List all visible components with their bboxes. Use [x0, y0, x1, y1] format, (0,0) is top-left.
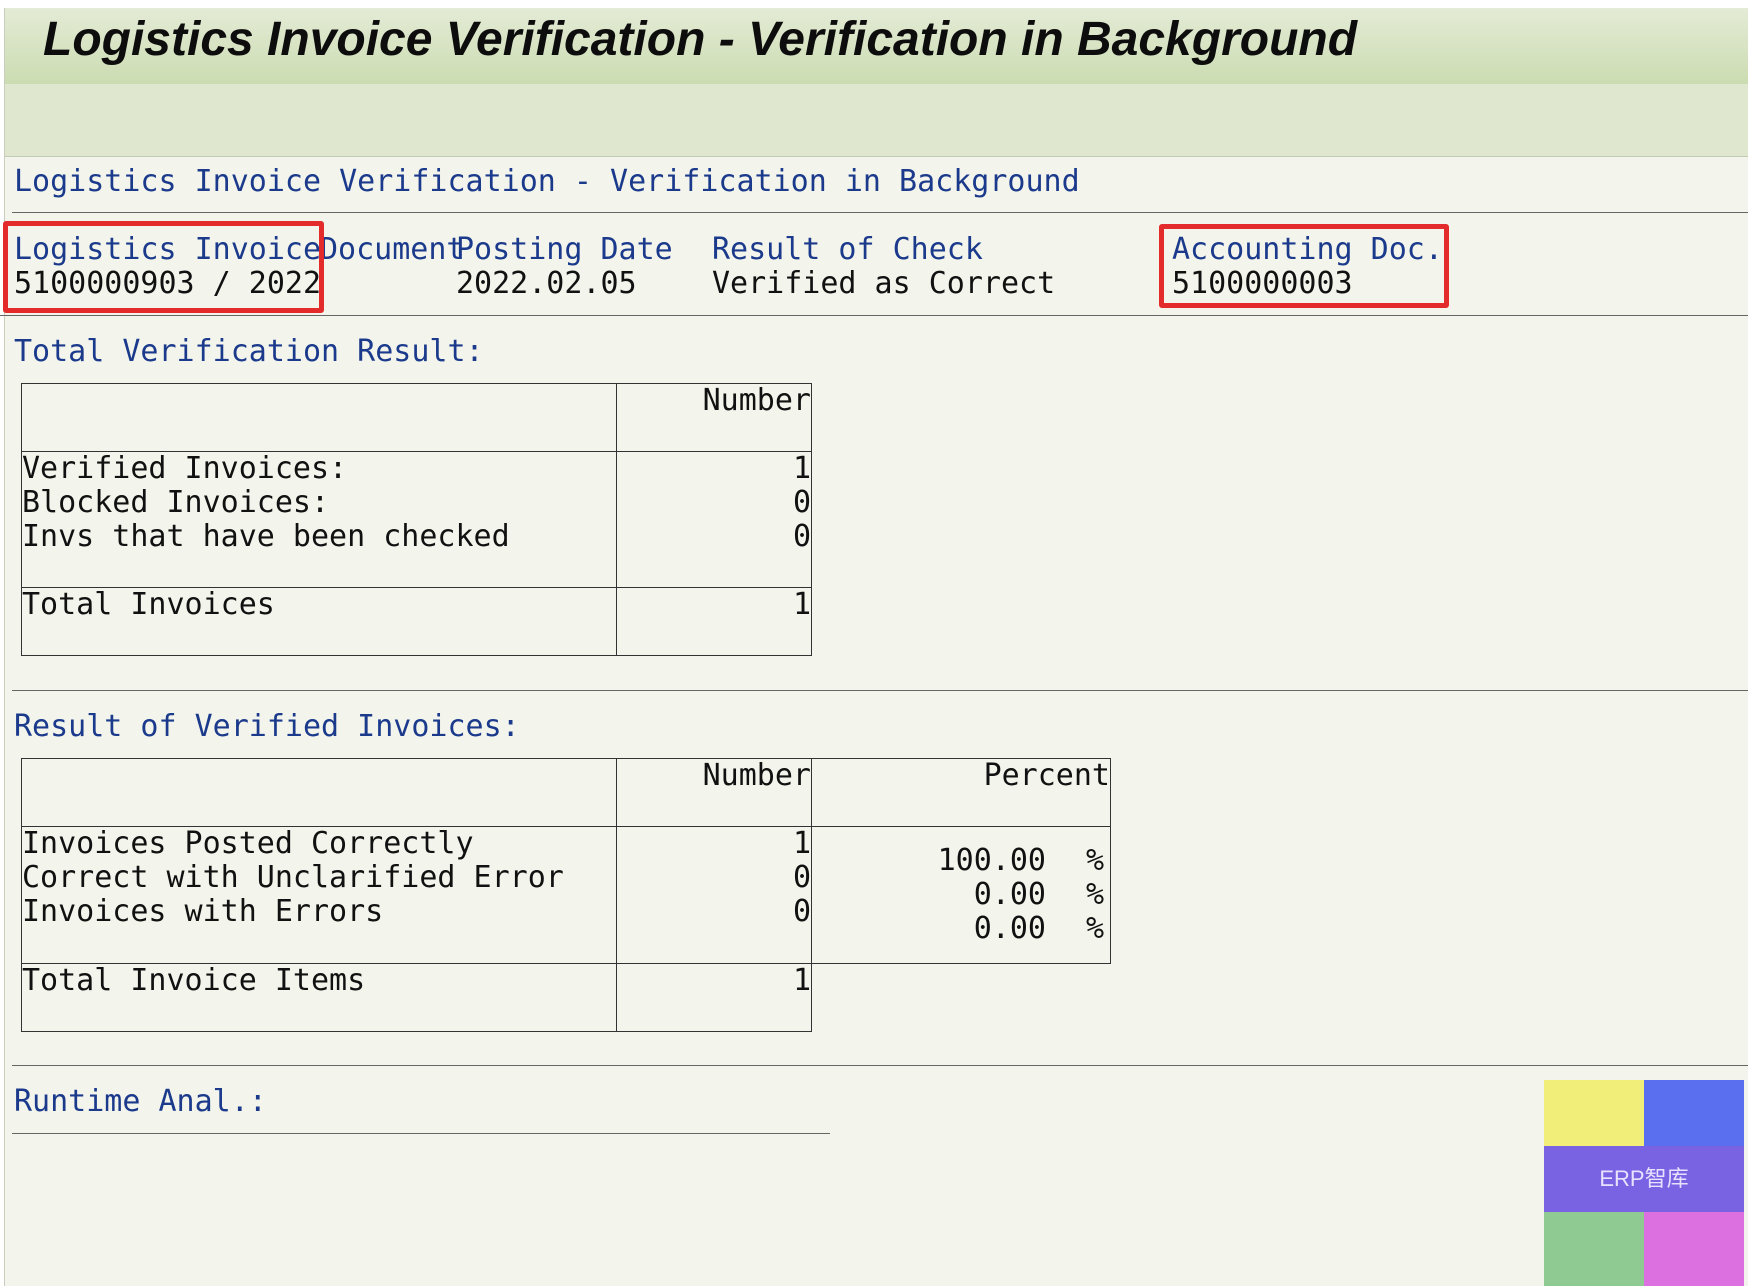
number-column-header: Number	[616, 383, 812, 452]
row-number: 0	[792, 894, 811, 929]
percent-column-header: Percent	[811, 758, 1111, 827]
row-label: Correct with Unclarified Error	[22, 860, 564, 895]
divider	[12, 1133, 830, 1134]
total-number: 1	[792, 963, 811, 998]
row-number: 1	[792, 826, 811, 861]
watermark-text: ERP智库	[1544, 1146, 1744, 1212]
row-percent: 100.00	[937, 843, 1046, 878]
title-bar: Logistics Invoice Verification - Verific…	[5, 8, 1748, 84]
result-labels-cell: Invoices Posted Correctly Correct with Un…	[21, 826, 617, 964]
report-heading: Logistics Invoice Verification - Verific…	[14, 164, 1080, 199]
window-title: Logistics Invoice Verification - Verific…	[43, 13, 1358, 66]
divider	[12, 212, 1748, 213]
application-toolbar	[5, 84, 1748, 157]
posting-date-value: 2022.02.05	[456, 266, 637, 301]
highlight-box-logistics-invoice	[3, 221, 324, 313]
row-number: 1	[792, 451, 811, 486]
row-label: Invs that have been checked	[22, 519, 510, 554]
table-header-blank	[21, 758, 617, 827]
percent-sign: %	[1085, 877, 1104, 912]
highlight-box-accounting-doc	[1159, 224, 1449, 308]
verified-results-table: Number Percent Invoices Posted Correctly…	[21, 758, 1111, 1032]
logo-tile-pink	[1644, 1212, 1744, 1286]
result-percent-cell: 100.00% 0.00% 0.00%	[811, 826, 1111, 964]
table-header-blank	[21, 383, 617, 452]
result-of-check-value: Verified as Correct	[712, 266, 1056, 301]
result-of-check-label: Result of Check	[712, 232, 983, 267]
logo-tile-blue	[1644, 1080, 1744, 1146]
total-verification-title: Total Verification Result:	[14, 334, 484, 369]
row-number: 0	[792, 519, 811, 554]
row-label: Blocked Invoices:	[22, 485, 330, 520]
row-number: 0	[792, 485, 811, 520]
posting-date-label: Posting Date	[456, 232, 673, 267]
row-label: Invoices with Errors	[22, 894, 384, 929]
logo-tile-green	[1544, 1212, 1644, 1286]
total-label-cell: Total Invoice Items	[21, 963, 617, 1032]
row-percent: 0.00	[973, 911, 1046, 946]
divider	[0, 315, 1748, 316]
percent-sign: %	[1085, 843, 1104, 878]
row-label: Invoices Posted Correctly	[22, 826, 474, 861]
watermark-logo: ERP智库	[1544, 1080, 1744, 1286]
row-number: 0	[792, 860, 811, 895]
percent-sign: %	[1085, 911, 1104, 946]
total-label: Total Invoices	[22, 587, 275, 622]
row-label: Verified Invoices:	[22, 451, 348, 486]
number-column-header: Number	[616, 758, 812, 827]
total-value-cell: 1	[616, 587, 812, 656]
divider	[12, 1065, 1748, 1066]
total-number: 1	[792, 587, 811, 622]
empty-cell	[811, 963, 1111, 1032]
row-percent: 0.00	[973, 877, 1046, 912]
total-verification-table: Number Verified Invoices: Blocked Invoice…	[21, 383, 812, 656]
verified-results-title: Result of Verified Invoices:	[14, 709, 520, 744]
total-label-cell: Total Invoices	[21, 587, 617, 656]
total-label: Total Invoice Items	[22, 963, 366, 998]
result-numbers-cell: 100	[616, 826, 812, 964]
count-values-cell: 100	[616, 451, 812, 588]
runtime-title: Runtime Anal.:	[14, 1084, 267, 1119]
document-label: Document	[320, 232, 465, 267]
total-value-cell: 1	[616, 963, 812, 1032]
count-labels-cell: Verified Invoices: Blocked Invoices: Invs …	[21, 451, 617, 588]
logo-tile-yellow	[1544, 1080, 1644, 1146]
divider	[12, 690, 1748, 691]
